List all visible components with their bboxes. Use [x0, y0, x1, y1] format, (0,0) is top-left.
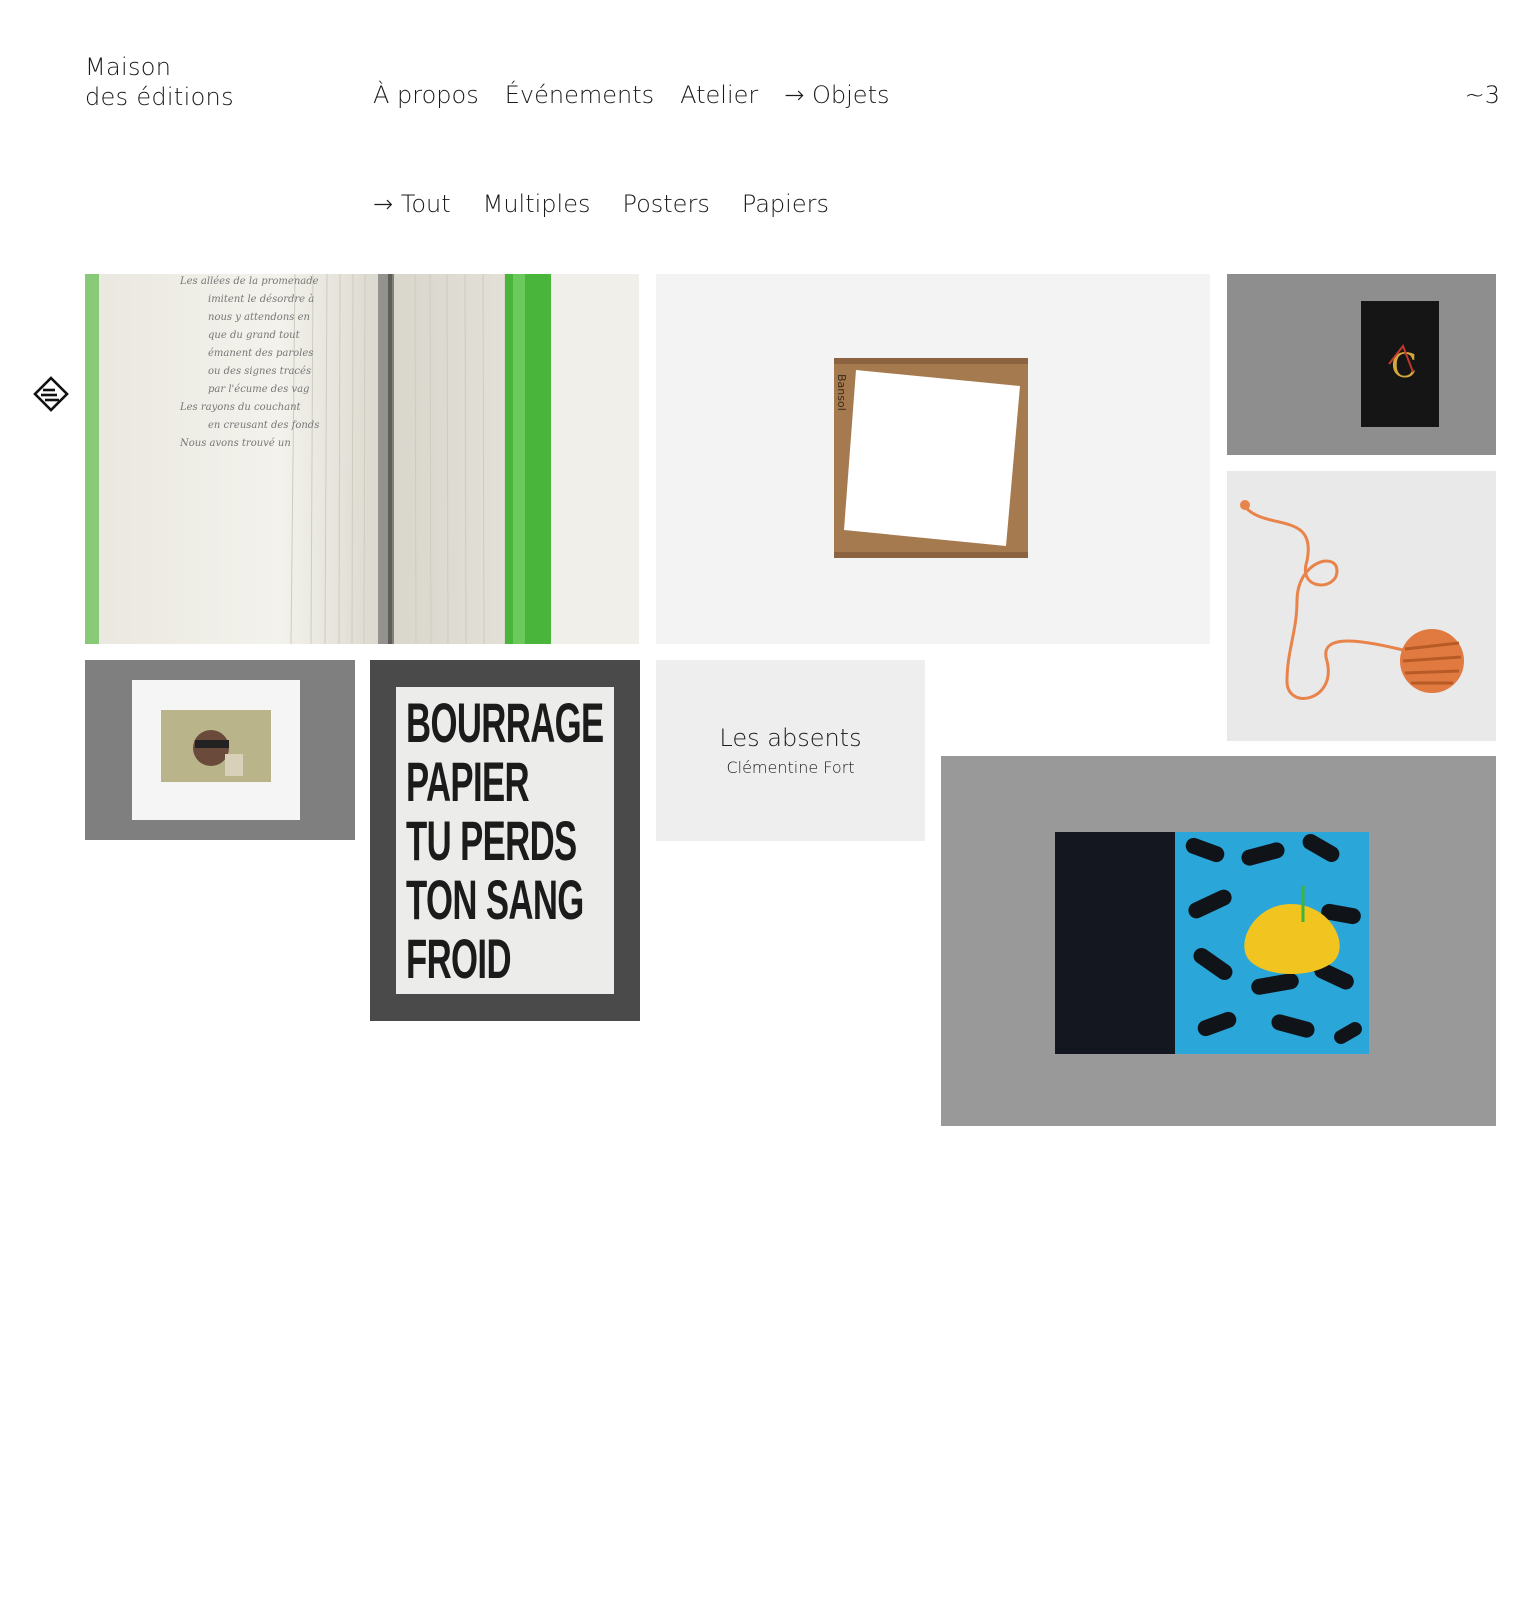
logo-mark-icon[interactable]: [33, 376, 69, 412]
poster-line: TON SANG: [406, 868, 584, 931]
svg-text:en creusant des fonds: en creusant des fonds: [208, 420, 319, 431]
filter-multiples[interactable]: Multiples: [483, 189, 591, 219]
svg-text:Nous avons trouvé un: Nous avons trouvé un: [179, 438, 291, 449]
svg-text:par l'écume des vag: par l'écume des vag: [208, 384, 309, 395]
svg-text:ou des signes tracés: ou des signes tracés: [208, 366, 311, 377]
filter-papers[interactable]: Papiers: [742, 189, 829, 219]
product-title: Les absents: [719, 723, 862, 752]
product-tile-patterned-book[interactable]: [941, 756, 1496, 1126]
nav-item-objects[interactable]: → Objets: [784, 80, 889, 110]
category-filter: → Tout Multiples Posters Papiers: [373, 189, 829, 219]
product-tile-les-absents[interactable]: Les absents Clémentine Fort: [656, 660, 925, 841]
cart-counter[interactable]: ~3: [1465, 80, 1500, 110]
patterned-book-image: [1055, 832, 1369, 1054]
poster-line: TU PERDS: [406, 809, 577, 872]
svg-text:émanent des paroles: émanent des paroles: [208, 348, 313, 359]
orange-cord-image: [1240, 500, 1464, 700]
product-tile-poster[interactable]: BOURRAGE PAPIER TU PERDS TON SANG FROID: [370, 660, 640, 1021]
product-tile-box[interactable]: Bansol: [656, 274, 1210, 644]
product-tile-card[interactable]: C: [1227, 274, 1496, 455]
product-tile-photo[interactable]: [85, 660, 355, 840]
kraft-box-image: Bansol: [834, 358, 1028, 558]
svg-text:C: C: [1391, 346, 1417, 386]
nav-item-about[interactable]: À propos: [373, 80, 479, 110]
svg-text:que du grand tout: que du grand tout: [208, 330, 301, 341]
main-nav: À propos Événements Atelier → Objets: [373, 80, 889, 110]
brand-line-2: des éditions: [85, 83, 234, 111]
site-logo-text[interactable]: Maison des éditions: [85, 52, 234, 112]
svg-text:nous y attendons en: nous y attendons en: [208, 312, 310, 323]
product-author: Clémentine Fort: [726, 757, 855, 777]
filter-all[interactable]: → Tout: [373, 189, 451, 219]
poster-line: FROID: [406, 927, 512, 990]
svg-text:Les rayons du couchant: Les rayons du couchant: [179, 402, 302, 413]
book-pages-image: Les allées de la promenade imitent le dé…: [85, 274, 639, 644]
nav-item-events[interactable]: Événements: [505, 80, 654, 110]
framed-photo-image: [132, 680, 300, 820]
poster-sheet: BOURRAGE PAPIER TU PERDS TON SANG FROID: [396, 687, 614, 994]
svg-text:imitent le désordre à: imitent le désordre à: [208, 294, 314, 305]
brand-line-1: Maison: [85, 53, 172, 81]
poster-line: BOURRAGE: [406, 691, 604, 754]
filter-posters[interactable]: Posters: [622, 189, 709, 219]
product-tile-cord[interactable]: [1227, 471, 1496, 741]
product-tile-book-pages[interactable]: Les allées de la promenade imitent le dé…: [85, 274, 639, 644]
svg-text:Les allées de la promenade: Les allées de la promenade: [179, 276, 319, 287]
monogram-card-image: C: [1361, 301, 1439, 427]
poster-line: PAPIER: [406, 750, 530, 813]
poster-headline: BOURRAGE PAPIER TU PERDS TON SANG FROID: [406, 693, 604, 988]
nav-item-workshop[interactable]: Atelier: [680, 80, 758, 110]
svg-text:Bansol: Bansol: [835, 374, 848, 411]
